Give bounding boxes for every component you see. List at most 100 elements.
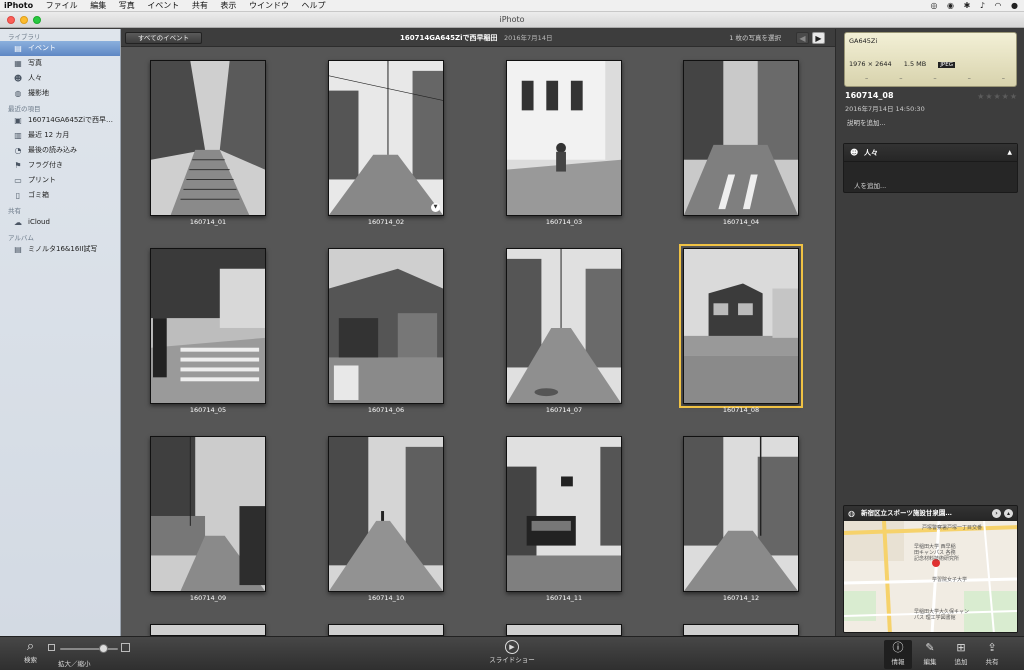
photo-image xyxy=(151,249,265,403)
photo-thumbnail[interactable] xyxy=(328,436,444,592)
photo-label[interactable]: 160714_06 xyxy=(316,406,456,414)
sidebar-item-print[interactable]: ▭ プリント xyxy=(0,173,120,188)
close-button[interactable] xyxy=(7,16,15,24)
photo-thumbnail[interactable]: ▼ xyxy=(328,60,444,216)
menu-view[interactable]: 表示 xyxy=(215,0,241,12)
sidebar-item-recent-event[interactable]: ▣ 160714GA645Ziで西早… xyxy=(0,113,120,128)
photo-thumbnail[interactable] xyxy=(506,624,622,636)
photo-thumbnail[interactable] xyxy=(683,624,799,636)
eye-icon[interactable]: ◉ xyxy=(947,1,954,10)
share-icon: ⇪ xyxy=(987,641,997,654)
photo-label[interactable]: 160714_11 xyxy=(494,594,634,602)
photo-label[interactable]: 160714_05 xyxy=(138,406,278,414)
globe-icon: ◍ xyxy=(848,509,855,518)
user-icon[interactable]: ● xyxy=(1011,1,1018,10)
photo-thumbnail[interactable] xyxy=(506,436,622,592)
edit-button[interactable]: ✎ 編集 xyxy=(916,640,944,666)
library-header: ライブラリ xyxy=(8,33,41,41)
photo-label[interactable]: 160714_10 xyxy=(316,594,456,602)
info-button[interactable]: ⓘ 情報 xyxy=(884,640,912,669)
photo-thumbnail[interactable] xyxy=(150,624,266,636)
sidebar-item-flagged[interactable]: ⚑ フラグ付き xyxy=(0,158,120,173)
sidebar-item-last-12-months[interactable]: ▥ 最近 12 カ月 xyxy=(0,128,120,143)
photo-thumbnail[interactable] xyxy=(150,60,266,216)
previous-event-button[interactable]: ◀ xyxy=(796,32,809,44)
photo-dimensions: 1976 × 2644 xyxy=(849,60,892,68)
options-icon[interactable]: ▼ xyxy=(431,203,440,212)
photo-thumbnail[interactable] xyxy=(683,436,799,592)
map-forward-icon[interactable]: › xyxy=(992,509,1001,518)
menu-window[interactable]: ウインドウ xyxy=(244,0,294,12)
sidebar-item-faces[interactable]: ☻ 人々 xyxy=(0,71,120,86)
menu-events[interactable]: イベント xyxy=(142,0,184,12)
share-button[interactable]: ⇪ 共有 xyxy=(978,640,1006,666)
all-events-button[interactable]: すべてのイベント xyxy=(125,32,202,44)
tool-label: 共有 xyxy=(985,658,999,666)
status-area: ◎ ◉ ✱ ♪ ◠ ● xyxy=(924,0,1018,12)
photo-name[interactable]: 160714_08 xyxy=(845,91,894,100)
sidebar-item-album[interactable]: ▤ ミノルタ16&16II試写 xyxy=(0,242,120,257)
search-button[interactable]: ⌕ 検索 xyxy=(24,640,37,665)
photo-label[interactable]: 160714_04 xyxy=(671,218,811,226)
menu-edit[interactable]: 編集 xyxy=(85,0,111,12)
add-faces-field[interactable]: 人を追加... xyxy=(854,180,886,190)
maximize-button[interactable] xyxy=(33,16,41,24)
sidebar-item-label: 撮影地 xyxy=(28,89,49,97)
next-event-button[interactable]: ▶ xyxy=(812,32,825,44)
creative-cloud-icon[interactable]: ◎ xyxy=(931,1,938,10)
photo-label[interactable]: 160714_01 xyxy=(138,218,278,226)
zoom-small-icon[interactable] xyxy=(48,644,55,651)
minimize-button[interactable] xyxy=(20,16,28,24)
add-icon: ⊞ xyxy=(956,641,966,654)
photo-label[interactable]: 160714_09 xyxy=(138,594,278,602)
photo-thumbnail[interactable] xyxy=(328,624,444,636)
photo-thumbnail[interactable] xyxy=(328,248,444,404)
faces-panel-header[interactable]: ☻ 人々 ▲ xyxy=(844,144,1017,162)
zoom-large-icon[interactable] xyxy=(121,643,130,652)
photo-label[interactable]: 160714_12 xyxy=(671,594,811,602)
sidebar-item-events[interactable]: ▤ イベント xyxy=(0,41,120,56)
sidebar-item-last-import[interactable]: ◔ 最後の読み込み xyxy=(0,143,120,158)
collapse-icon[interactable]: ▲ xyxy=(1007,144,1012,162)
window-titlebar: iPhoto xyxy=(0,12,1024,28)
albums-header: アルバム xyxy=(8,234,34,242)
photo-thumbnail[interactable] xyxy=(506,60,622,216)
photo-label[interactable]: 160714_07 xyxy=(494,406,634,414)
map-label: 記念材料技術研究所 xyxy=(914,555,959,562)
camera-info-box: GA645Zi 1976 × 2644 1.5 MB JPEG – – – – – xyxy=(844,32,1017,87)
menu-help[interactable]: ヘルプ xyxy=(297,0,331,12)
add-button[interactable]: ⊞ 追加 xyxy=(947,640,975,666)
wifi-icon[interactable]: ◠ xyxy=(994,1,1001,10)
tool-label: 編集 xyxy=(923,658,937,666)
collapse-icon[interactable]: ▴ xyxy=(1004,509,1013,518)
photo-thumbnail[interactable] xyxy=(150,436,266,592)
zoom-slider[interactable] xyxy=(60,644,118,653)
sidebar-item-trash[interactable]: ▯ ゴミ箱 xyxy=(0,188,120,203)
zoom-slider-knob[interactable] xyxy=(99,644,109,653)
trash-icon: ▯ xyxy=(15,191,21,200)
calendar-icon: ▥ xyxy=(14,131,22,140)
selection-count: 1 枚の写真を選択 xyxy=(729,34,781,42)
photo-thumbnail[interactable] xyxy=(679,244,803,408)
sidebar-item-photos[interactable]: ▦ 写真 xyxy=(0,56,120,71)
add-description-field[interactable]: 説明を追加... xyxy=(847,117,886,127)
photo-label[interactable]: 160714_03 xyxy=(494,218,634,226)
menu-share[interactable]: 共有 xyxy=(187,0,213,12)
photo-label[interactable]: 160714_08 xyxy=(671,406,811,414)
rating-stars[interactable]: ★★★★★ xyxy=(977,92,1018,101)
photo-image xyxy=(329,437,443,591)
menu-file[interactable]: ファイル xyxy=(41,0,83,12)
menu-app-name[interactable]: iPhoto xyxy=(0,0,38,12)
menu-photos[interactable]: 写真 xyxy=(114,0,140,12)
events-icon: ▤ xyxy=(14,44,22,53)
photo-thumbnail[interactable] xyxy=(683,60,799,216)
map-view[interactable]: 戸塚警察署戸塚一丁目交番 早稲田大学 西早稲 田キャンパス 各務 記念材料技術研… xyxy=(844,520,1017,632)
sidebar-item-places[interactable]: ◍ 撮影地 xyxy=(0,86,120,101)
photo-label[interactable]: 160714_02 xyxy=(316,218,456,226)
photo-thumbnail[interactable] xyxy=(150,248,266,404)
photo-thumbnail[interactable] xyxy=(506,248,622,404)
volume-icon[interactable]: ♪ xyxy=(980,1,985,10)
bluetooth-icon[interactable]: ✱ xyxy=(964,1,971,10)
slideshow-button[interactable]: ▶ スライドショー xyxy=(486,640,538,664)
sidebar-item-icloud[interactable]: ☁ iCloud xyxy=(0,215,120,230)
